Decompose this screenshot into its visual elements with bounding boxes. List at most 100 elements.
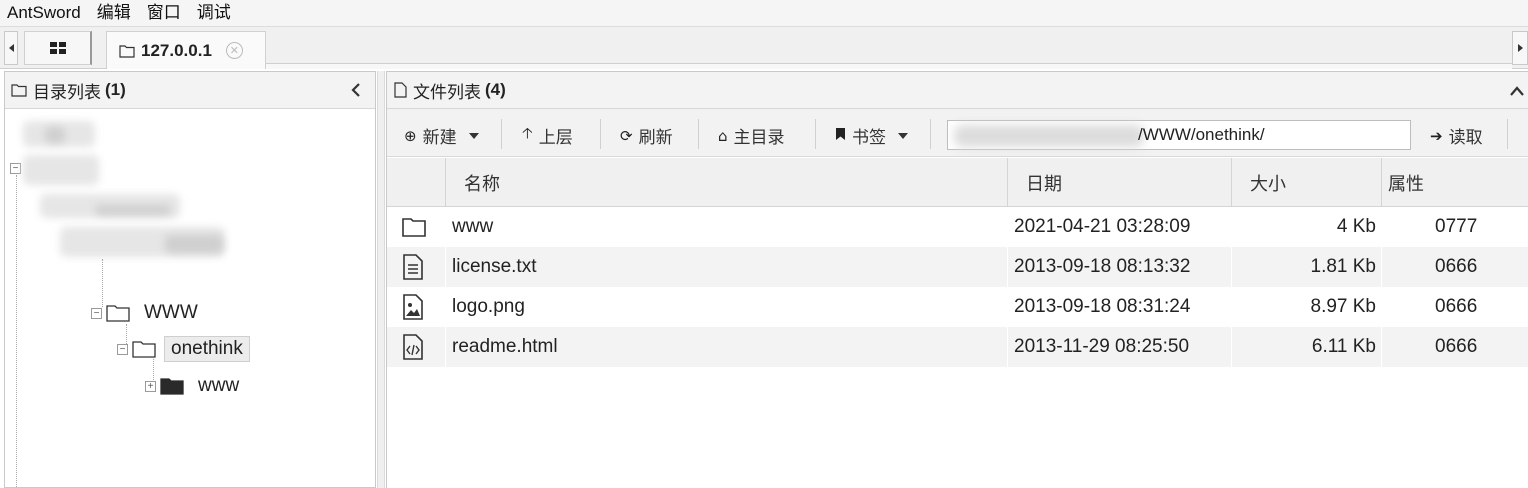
column-date[interactable]: 日期	[1007, 158, 1231, 207]
file-row[interactable]: license.txt 2013-09-18 08:13:32 1.81 Kb …	[387, 247, 1528, 287]
tab-host[interactable]: 127.0.0.1 ✕	[106, 31, 266, 69]
up-button[interactable]: 🡡 上层	[522, 123, 573, 148]
file-row[interactable]: www 2021-04-21 03:28:09 4 Kb 0777	[387, 207, 1528, 247]
tree-node-onethink[interactable]: − onethink	[117, 336, 250, 362]
tab-home-grid[interactable]	[24, 31, 92, 65]
file-grid-header: 名称 日期 大小 属性	[387, 158, 1528, 207]
toolbar-divider	[930, 119, 931, 149]
folder-outline-icon	[106, 305, 130, 322]
read-button[interactable]: ➔ 读取	[1430, 123, 1483, 149]
collapse-icon[interactable]: −	[91, 307, 102, 319]
tree-node-label: onethink	[164, 336, 250, 362]
directory-panel-header: 目录列表 (1)	[5, 72, 375, 109]
chevron-up-icon[interactable]	[1509, 85, 1525, 97]
home-button[interactable]: ⌂ 主目录	[718, 123, 785, 149]
expand-icon[interactable]: +	[145, 380, 156, 392]
column-divider	[1007, 327, 1008, 367]
file-name: readme.html	[452, 336, 558, 357]
toolbar-divider	[698, 119, 699, 149]
file-attr: 0777	[1435, 216, 1478, 237]
redacted-node	[95, 205, 171, 215]
file-panel-header: 文件列表 (4)	[387, 72, 1528, 109]
text-file-icon	[401, 247, 431, 287]
redacted-node	[45, 127, 65, 143]
bookmark-icon	[835, 127, 846, 145]
column-size[interactable]: 大小	[1231, 158, 1381, 207]
image-file-icon	[401, 287, 431, 327]
panel-splitter[interactable]	[377, 71, 385, 488]
tree-node-label: WWW	[144, 302, 198, 323]
menu-debug[interactable]: 调试	[189, 2, 239, 24]
tab-host-label: 127.0.0.1	[141, 40, 212, 60]
tree-node-www-root[interactable]: − WWW	[91, 301, 204, 325]
menu-antsword[interactable]: AntSword	[0, 2, 89, 24]
chevron-down-icon	[898, 132, 908, 139]
home-button-label: 主目录	[733, 128, 785, 148]
file-row[interactable]: logo.png 2013-09-18 08:31:24 8.97 Kb 066…	[387, 287, 1528, 327]
column-divider	[445, 247, 446, 287]
grid-icon	[49, 41, 66, 54]
file-date: 2013-09-18 08:31:24	[1014, 296, 1191, 317]
menu-bar: AntSword 编辑 窗口 调试	[0, 0, 1528, 27]
tree-node-www-sub[interactable]: + www	[145, 374, 245, 398]
chevron-down-icon	[468, 132, 479, 139]
new-button[interactable]: ⊕ 新建	[404, 123, 479, 148]
redacted-node	[23, 155, 99, 185]
read-button-label: 读取	[1448, 128, 1483, 148]
path-input-value: /WWW/onethink/	[1138, 125, 1265, 144]
directory-tree: − − WWW − onethink + www	[5, 109, 375, 487]
menu-edit[interactable]: 编辑	[89, 2, 139, 24]
tab-strip	[266, 63, 1512, 69]
redacted-node	[165, 235, 223, 253]
toolbar-divider	[600, 119, 601, 149]
file-date: 2013-11-29 08:25:50	[1014, 336, 1190, 357]
column-divider	[1381, 327, 1382, 367]
collapse-icon[interactable]: −	[10, 163, 21, 174]
new-button-label: 新建	[422, 128, 457, 148]
refresh-button[interactable]: ⟳ 刷新	[620, 123, 673, 149]
file-toolbar: ⊕ 新建 🡡 上层 ⟳ 刷新 ⌂ 主目录 书签 /WWW/onethink/ ➔…	[387, 109, 1528, 157]
column-icon	[387, 158, 445, 207]
file-attr: 0666	[1435, 256, 1478, 277]
redacted-path	[954, 125, 1144, 147]
folder-outline-icon	[119, 44, 135, 58]
file-size: 8.97 Kb	[1310, 296, 1377, 317]
tree-node-label: www	[198, 375, 240, 396]
toolbar-divider	[1507, 119, 1508, 149]
file-panel: 文件列表 (4) ⊕ 新建 🡡 上层 ⟳ 刷新 ⌂ 主目录 书签 /WWW/on…	[386, 71, 1528, 488]
arrow-right-icon: ➔	[1430, 126, 1443, 145]
file-panel-title: 文件列表	[413, 82, 481, 103]
bookmark-button[interactable]: 书签	[835, 123, 908, 148]
home-icon: ⌂	[718, 126, 728, 145]
column-divider	[445, 327, 446, 367]
file-name: logo.png	[452, 296, 525, 317]
menu-window[interactable]: 窗口	[139, 2, 189, 24]
tab-scroll-left-button[interactable]	[4, 31, 18, 65]
arrow-right-icon	[1517, 44, 1523, 52]
directory-panel: 目录列表 (1) − − WWW − onethink + www	[4, 71, 376, 488]
close-icon[interactable]: ✕	[225, 42, 243, 59]
column-name[interactable]: 名称	[445, 158, 1007, 207]
tab-bar: 127.0.0.1 ✕	[0, 27, 1528, 69]
path-input[interactable]: /WWW/onethink/	[947, 120, 1411, 150]
column-attributes[interactable]: 属性	[1381, 158, 1528, 207]
file-outline-icon	[394, 82, 407, 98]
tab-scroll-right-button[interactable]	[1512, 31, 1528, 65]
column-divider	[1231, 327, 1232, 367]
toolbar-divider	[815, 119, 816, 149]
folder-icon	[401, 207, 431, 247]
collapse-icon[interactable]: −	[117, 343, 128, 355]
file-date: 2021-04-21 03:28:09	[1014, 216, 1191, 237]
refresh-button-label: 刷新	[638, 128, 673, 148]
chevron-left-icon[interactable]	[349, 82, 363, 98]
up-button-label: 上层	[538, 128, 573, 148]
directory-panel-count: (1)	[105, 80, 126, 99]
file-size: 4 Kb	[1336, 216, 1376, 237]
column-divider	[1381, 247, 1382, 287]
file-row[interactable]: readme.html 2013-11-29 08:25:50 6.11 Kb …	[387, 327, 1528, 367]
column-divider	[1231, 247, 1232, 287]
code-file-icon	[401, 327, 431, 367]
bookmark-button-label: 书签	[852, 128, 886, 148]
arrow-left-icon	[8, 44, 14, 52]
refresh-icon: ⟳	[620, 126, 633, 145]
